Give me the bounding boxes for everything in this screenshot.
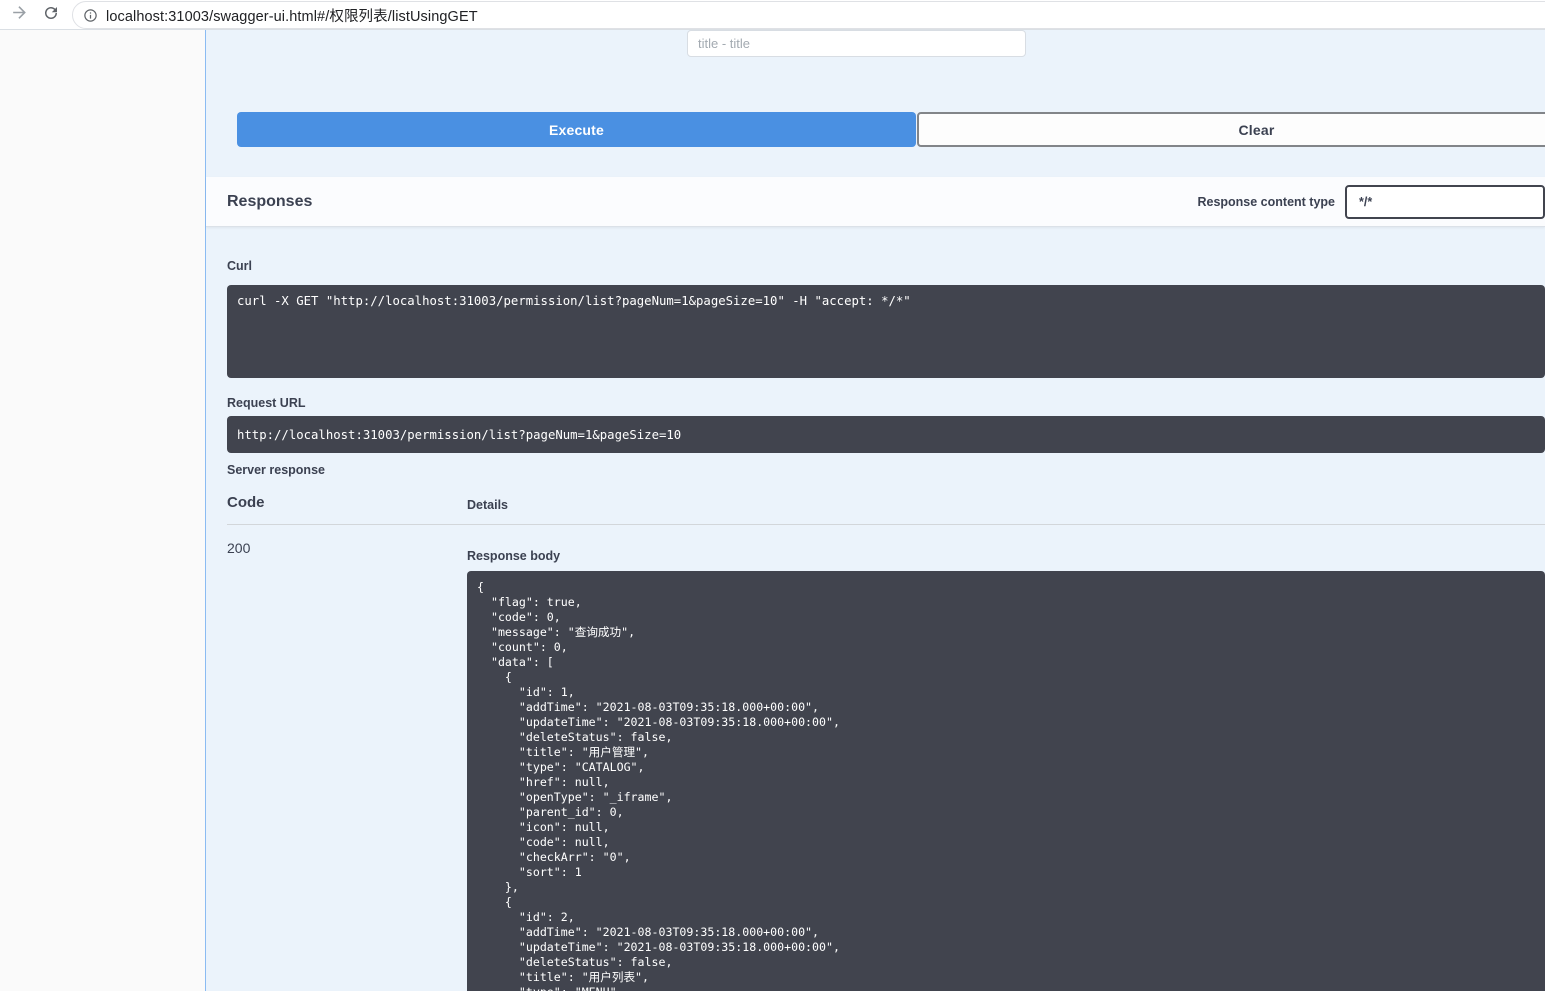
code-column-header: Code xyxy=(227,494,265,511)
response-content-type-wrap: Response content type */* xyxy=(1197,177,1545,227)
forward-arrow-icon xyxy=(10,3,29,27)
reload-icon xyxy=(42,4,60,27)
response-content-type-label: Response content type xyxy=(1197,195,1335,209)
responses-title: Responses xyxy=(227,193,312,211)
browser-toolbar: localhost:31003/swagger-ui.html#/权限列表/li… xyxy=(0,0,1545,30)
status-code: 200 xyxy=(227,540,250,556)
response-body-json: { "flag": true, "code": 0, "message": "查… xyxy=(477,580,1535,991)
responses-section-header: Responses Response content type */* xyxy=(206,177,1545,227)
curl-command-block[interactable]: curl -X GET "http://localhost:31003/perm… xyxy=(227,285,1545,378)
url-text: localhost:31003/swagger-ui.html#/权限列表/li… xyxy=(106,5,478,26)
curl-label: Curl xyxy=(227,259,252,273)
response-content-type-select[interactable]: */* xyxy=(1345,185,1545,219)
request-url-label: Request URL xyxy=(227,396,305,410)
response-body-block[interactable]: { "flag": true, "code": 0, "message": "查… xyxy=(467,571,1545,991)
details-column-header: Details xyxy=(467,498,508,512)
server-response-label: Server response xyxy=(227,463,325,477)
address-bar[interactable]: localhost:31003/swagger-ui.html#/权限列表/li… xyxy=(72,1,1545,29)
request-url-block: http://localhost:31003/permission/list?p… xyxy=(227,416,1545,453)
title-parameter-input[interactable] xyxy=(687,30,1026,57)
table-header-divider xyxy=(227,524,1545,525)
response-body-label: Response body xyxy=(467,549,560,563)
screen: localhost:31003/swagger-ui.html#/权限列表/li… xyxy=(0,0,1545,991)
forward-button[interactable] xyxy=(6,2,32,28)
clear-button[interactable]: Clear xyxy=(917,112,1545,147)
execute-button[interactable]: Execute xyxy=(237,112,916,147)
page-left-gutter xyxy=(0,30,205,991)
reload-button[interactable] xyxy=(38,2,64,28)
page-info-icon[interactable] xyxy=(83,8,98,23)
